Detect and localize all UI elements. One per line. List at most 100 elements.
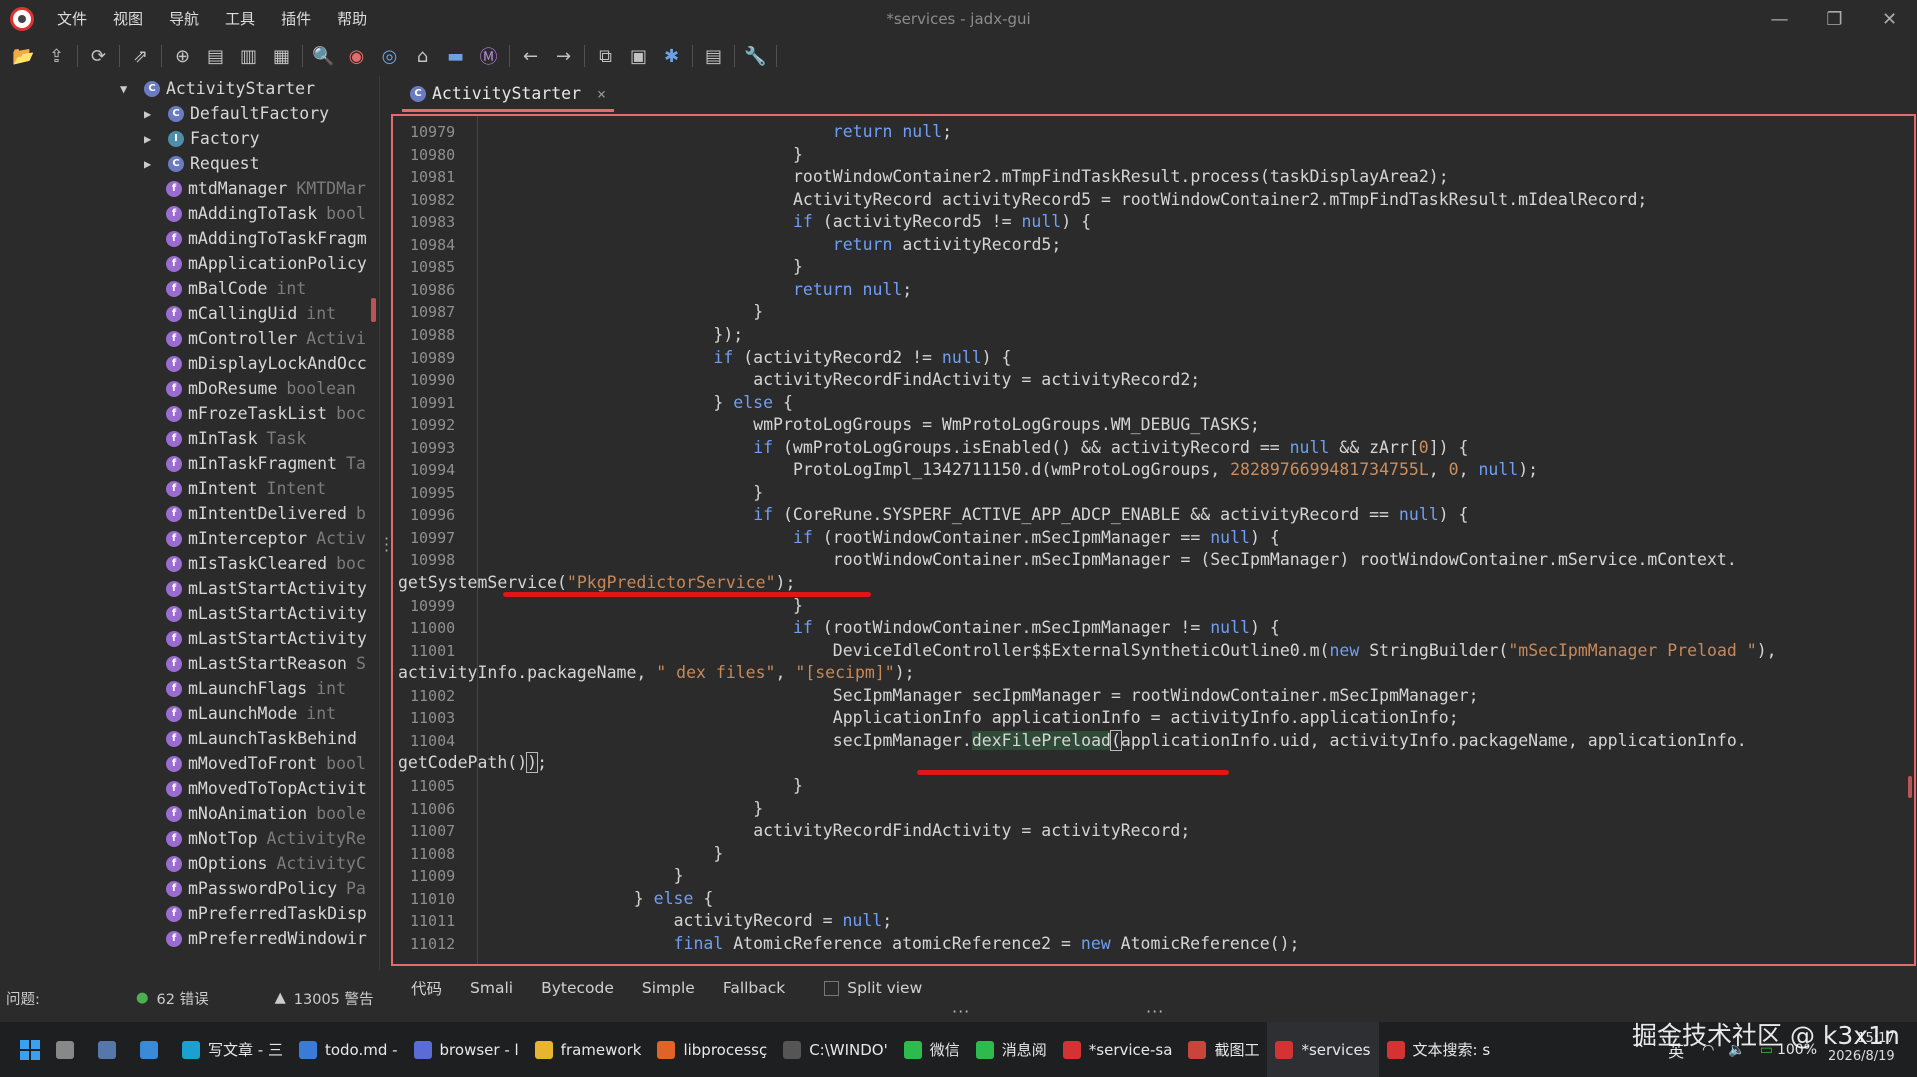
preferences-icon[interactable]: 🔧 <box>740 42 771 70</box>
tree-field-item[interactable]: f mLastStartReason S <box>166 651 366 676</box>
expand-triangle-icon[interactable]: ▶ <box>144 157 158 171</box>
code-line[interactable]: ActivityRecord activityRecord5 = rootWin… <box>793 190 1647 209</box>
tree-field-item[interactable]: f mController Activi <box>166 326 366 351</box>
tree-field-item[interactable]: f mApplicationPolicy <box>166 251 376 276</box>
tree-field-item[interactable]: f mIsTaskCleared boc <box>166 551 366 576</box>
code-line[interactable]: activityRecord = null; <box>674 911 893 930</box>
log-icon[interactable]: ▤ <box>698 42 729 70</box>
log-viewer-icon[interactable]: ▣ <box>623 42 654 70</box>
expand-triangle-icon[interactable]: ▶ <box>144 132 158 146</box>
warnings-count[interactable]: 13005 警告 <box>294 988 374 1009</box>
minimize-button[interactable]: — <box>1752 0 1807 38</box>
bookmark-icon[interactable]: Ⓜ <box>473 42 504 70</box>
tree-field-item[interactable]: f mAddingToTaskFragm <box>166 226 376 251</box>
maximize-button[interactable]: ❐ <box>1807 0 1862 38</box>
errors-count[interactable]: 62 错误 <box>157 988 209 1009</box>
divider-handle[interactable]: ··· <box>1146 1002 1164 1021</box>
tree-root-node[interactable]: ▼ C ActivityStarter <box>120 76 315 101</box>
menu-plugins[interactable]: 插件 <box>268 0 324 38</box>
split-view-checkbox[interactable] <box>824 980 840 996</box>
taskbar-app[interactable]: libprocessç <box>649 1022 775 1077</box>
code-line[interactable]: wmProtoLogGroups = WmProtoLogGroups.WM_D… <box>753 415 1260 434</box>
code-line[interactable]: final AtomicReference atomicReference2 =… <box>674 934 1300 953</box>
sync-tree-icon[interactable]: ⊕ <box>167 42 198 70</box>
tree-field-item[interactable]: f mLaunchFlags int <box>166 676 346 701</box>
forward-icon[interactable]: → <box>548 42 579 70</box>
home-icon[interactable]: ⌂ <box>407 42 438 70</box>
code-line[interactable]: if (CoreRune.SYSPERF_ACTIVE_APP_ADCP_ENA… <box>753 505 1468 524</box>
taskbar-app[interactable]: 写文章 - 三 <box>174 1022 291 1077</box>
code-line[interactable]: rootWindowContainer2.mTmpFindTaskResult.… <box>793 167 1449 186</box>
comments-icon[interactable]: ▬ <box>440 42 471 70</box>
export-icon[interactable]: ⇗ <box>125 42 156 70</box>
code-line[interactable]: if (rootWindowContainer.mSecIpmManager !… <box>793 618 1280 637</box>
tab-bytecode[interactable]: Bytecode <box>532 979 623 997</box>
code-line[interactable]: } <box>753 799 763 818</box>
code-line[interactable]: getCodePath()); <box>398 752 547 774</box>
code-line[interactable]: activityRecordFindActivity = activityRec… <box>753 370 1200 389</box>
taskbar-app[interactable]: framework <box>527 1022 650 1077</box>
menu-help[interactable]: 帮助 <box>324 0 380 38</box>
tab-simple[interactable]: Simple <box>633 979 704 997</box>
tree-field-item[interactable]: f mOptions ActivityC <box>166 851 366 876</box>
splitter-handle[interactable]: · · · <box>384 531 389 559</box>
add-files-icon[interactable]: ⇪ <box>41 42 72 70</box>
search-usage-icon[interactable]: ◎ <box>374 42 405 70</box>
split-view-icon[interactable]: ▥ <box>233 42 264 70</box>
code-line[interactable]: activityRecordFindActivity = activityRec… <box>753 821 1190 840</box>
code-line[interactable]: } <box>793 596 803 615</box>
code-line[interactable]: ProtoLogImpl_1342711150.d(wmProtoLogGrou… <box>793 460 1538 479</box>
tree-field-item[interactable]: f mLaunchMode int <box>166 701 336 726</box>
tree-field-item[interactable]: f mNoAnimation boole <box>166 801 366 826</box>
calculator-button[interactable] <box>90 1022 132 1077</box>
code-line[interactable]: } <box>753 302 763 321</box>
taskbar-app[interactable]: 截图工 <box>1180 1022 1267 1077</box>
menu-view[interactable]: 视图 <box>100 0 156 38</box>
close-tab-icon[interactable]: × <box>597 85 606 103</box>
taskbar-app[interactable]: 消息阅 <box>968 1022 1055 1077</box>
tab-code[interactable]: 代码 <box>402 977 451 999</box>
tree-node-factory[interactable]: ▶ I Factory <box>144 126 260 151</box>
code-line[interactable]: if (wmProtoLogGroups.isEnabled() && acti… <box>753 438 1468 457</box>
task-view-button[interactable] <box>48 1022 90 1077</box>
back-icon[interactable]: ← <box>515 42 546 70</box>
tree-node-defaultfactory[interactable]: ▶ C DefaultFactory <box>144 101 329 126</box>
open-file-icon[interactable]: 📂 <box>8 42 39 70</box>
tree-field-item[interactable]: f mPreferredTaskDisp <box>166 901 376 926</box>
code-line[interactable]: } <box>713 844 723 863</box>
tree-field-item[interactable]: f mLastStartActivity <box>166 626 376 651</box>
tree-node-request[interactable]: ▶ C Request <box>144 151 260 176</box>
code-line[interactable]: if (activityRecord2 != null) { <box>713 348 1011 367</box>
taskbar-app[interactable]: *service-sa <box>1055 1022 1181 1077</box>
divider-handle[interactable]: ··· <box>952 1002 970 1021</box>
code-line[interactable]: SecIpmManager secIpmManager = rootWindow… <box>833 686 1479 705</box>
tree-field-item[interactable]: f mDoResume boolean <box>166 376 356 401</box>
code-line[interactable]: rootWindowContainer.mSecIpmManager = (Se… <box>833 550 1737 569</box>
code-line[interactable]: } <box>674 866 684 885</box>
code-line[interactable]: secIpmManager.dexFilePreload(application… <box>833 729 1747 751</box>
tree-field-item[interactable]: f mInterceptor Activ <box>166 526 366 551</box>
tab-fallback[interactable]: Fallback <box>714 979 794 997</box>
tree-field-item[interactable]: f mPasswordPolicy Pa <box>166 876 366 901</box>
search-text-icon[interactable]: 🔍 <box>308 42 339 70</box>
taskbar-app[interactable]: todo.md - <box>291 1022 406 1077</box>
flatten-packages-icon[interactable]: ▤ <box>200 42 231 70</box>
expand-triangle-icon[interactable]: ▶ <box>144 107 158 121</box>
code-line[interactable]: } <box>793 145 803 164</box>
taskbar-app[interactable]: C:\WINDO' <box>775 1022 896 1077</box>
tree-field-item[interactable]: f mIntent Intent <box>166 476 326 501</box>
code-line[interactable]: if (rootWindowContainer.mSecIpmManager =… <box>793 528 1280 547</box>
search-class-icon[interactable]: ◉ <box>341 42 372 70</box>
code-line[interactable]: getSystemService("PkgPredictorService"); <box>398 573 795 592</box>
code-line[interactable]: }); <box>713 325 743 344</box>
code-line[interactable]: DeviceIdleController$$ExternalSyntheticO… <box>833 641 1777 660</box>
menu-navigation[interactable]: 导航 <box>156 0 212 38</box>
taskbar-app[interactable]: browser - l <box>406 1022 527 1077</box>
code-line[interactable]: if (activityRecord5 != null) { <box>793 212 1091 231</box>
code-line[interactable]: } else { <box>713 393 793 412</box>
tree-field-item[interactable]: f mBalCode int <box>166 276 306 301</box>
close-window-button[interactable]: ✕ <box>1862 0 1917 38</box>
tree-field-item[interactable]: f mInTask Task <box>166 426 306 451</box>
tree-field-item[interactable]: f mAddingToTask bool <box>166 201 366 226</box>
collapse-triangle-icon[interactable]: ▼ <box>120 82 134 96</box>
